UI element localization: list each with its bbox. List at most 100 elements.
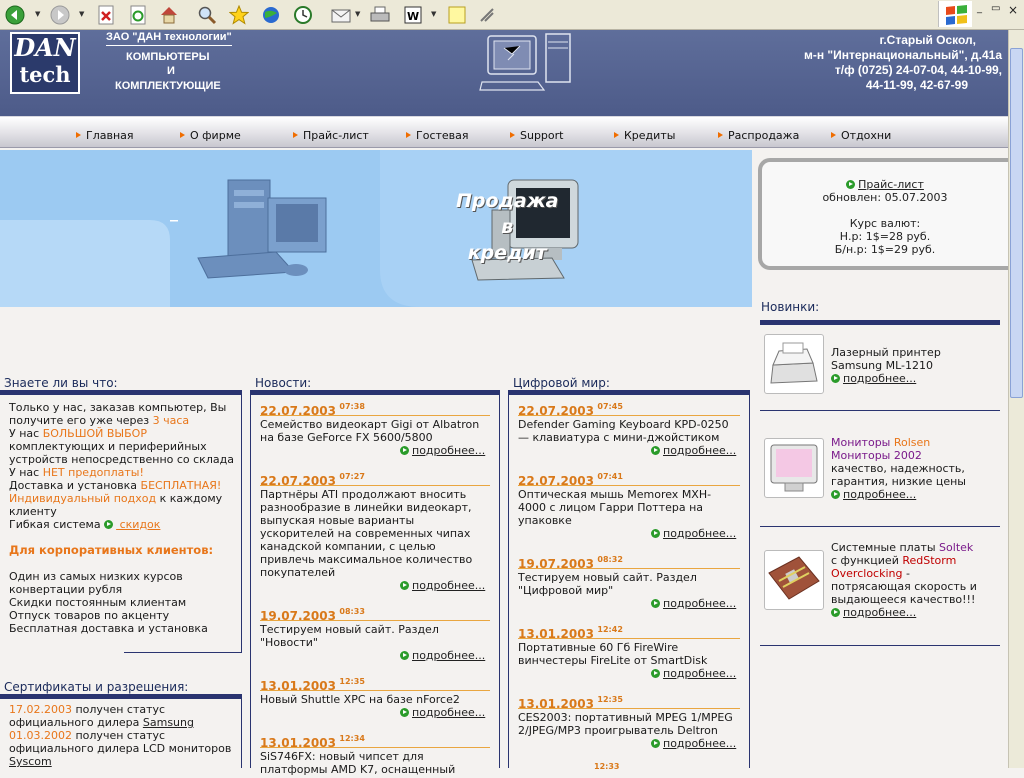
nav-sale[interactable]: Распродажа — [718, 129, 799, 142]
back-icon[interactable] — [4, 4, 26, 26]
nav-pricelist[interactable]: Прайс-лист — [293, 129, 369, 142]
divider — [760, 410, 1000, 411]
arrow-icon — [831, 490, 840, 499]
print-icon[interactable] — [369, 4, 391, 26]
promo-line-3: кредит — [467, 242, 547, 264]
promo-text[interactable]: Продажа в кредит — [456, 188, 558, 266]
product-text: потрясающая скорость и — [831, 580, 977, 593]
pricelist-link[interactable]: Прайс-лист — [858, 178, 924, 191]
nav-relax[interactable]: Отдохни — [831, 129, 891, 142]
product-image-monitor[interactable] — [764, 438, 824, 498]
digital-time: 12:42 — [597, 625, 623, 634]
discounts-link[interactable]: скидок — [116, 518, 161, 531]
news-more-link[interactable]: подробнее... — [412, 706, 485, 719]
digital-more-link[interactable]: подробнее... — [663, 737, 736, 750]
cert-link-syscom[interactable]: Syscom — [9, 755, 52, 768]
rates-title: Курс валют: — [849, 217, 921, 230]
nav-home[interactable]: Главная — [76, 129, 134, 142]
logo[interactable]: DAN tech — [10, 32, 80, 94]
digital-text: винчестеры FireLite от SmartDisk — [518, 654, 708, 667]
news-text: разнообразие в линейки видеокарт, — [260, 501, 472, 514]
nav-credits[interactable]: Кредиты — [614, 129, 675, 142]
search-icon[interactable] — [196, 4, 218, 26]
digital-text: — клавиатура с мини-джойстиком — [518, 431, 720, 444]
nav-about[interactable]: О фирме — [180, 129, 241, 142]
digital-text: Тестируем новый сайт. Раздел — [518, 571, 697, 584]
cert-text: получен статус — [71, 729, 166, 742]
rate-cash: Н.р: 1$=28 руб. — [839, 230, 931, 243]
tagline-1: КОМПЬЮТЕРЫ — [126, 51, 210, 63]
edit-icon[interactable]: W — [402, 4, 424, 26]
corp-item: Бесплатная доставка и установка — [9, 622, 208, 635]
mail-icon[interactable] — [330, 4, 352, 26]
restore-button[interactable]: ▭ — [991, 3, 1000, 14]
product-text: Overclocking — [831, 567, 903, 580]
product-more-link[interactable]: подробнее... — [843, 606, 916, 619]
scrollbar-thumb[interactable] — [1010, 48, 1023, 398]
product-text: Мониторы 2002 — [831, 449, 922, 462]
divider — [518, 708, 740, 709]
know-line: Доставка и установка — [9, 479, 141, 492]
news-more-link[interactable]: подробнее... — [412, 649, 485, 662]
news-time: 07:38 — [339, 402, 365, 411]
know-highlight: 3 часа — [152, 414, 190, 427]
cert-text: официального дилера LCD мониторов — [9, 742, 232, 755]
nav-guestbook[interactable]: Гостевая — [406, 129, 469, 142]
mail-dropdown-icon[interactable]: ▼ — [355, 10, 360, 18]
promo-line-1: Продажа — [456, 190, 559, 212]
certs-title: Сертификаты и разрешения: — [4, 680, 189, 694]
product-image-printer[interactable] — [764, 334, 824, 394]
arrow-icon — [651, 599, 660, 608]
know-highlight: Индивидуальный подход — [9, 492, 157, 505]
know-title: Знаете ли вы что: — [4, 376, 118, 390]
back-dropdown-icon[interactable]: ▼ — [35, 10, 40, 18]
close-button[interactable]: × — [1008, 3, 1018, 17]
divider — [760, 645, 1000, 646]
digital-more-link[interactable]: подробнее... — [663, 527, 736, 540]
product-more-link[interactable]: подробнее... — [843, 488, 916, 501]
edit-dropdown-icon[interactable]: ▼ — [431, 10, 436, 18]
tagline-3: КОМПЛЕКТУЮЩИЕ — [115, 80, 221, 92]
cert-link-samsung[interactable]: Samsung — [143, 716, 194, 729]
divider — [260, 620, 490, 621]
brand-redstorm: RedStorm — [902, 554, 957, 567]
know-line: У нас — [9, 427, 43, 440]
history-icon[interactable] — [292, 4, 314, 26]
messenger-icon[interactable] — [476, 4, 498, 26]
know-line: получите его уже через — [9, 414, 153, 427]
digital-more-link[interactable]: подробнее... — [663, 667, 736, 680]
nav-support[interactable]: Support — [510, 129, 563, 142]
stop-icon[interactable] — [95, 4, 117, 26]
product-text: Samsung ML-1210 — [831, 359, 933, 372]
discuss-icon[interactable] — [446, 4, 468, 26]
news-text: привлечь максимальное количество — [260, 553, 473, 566]
digital-more-link[interactable]: подробнее... — [663, 444, 736, 457]
product-text: Мониторы — [831, 436, 894, 449]
news-text: выпуская новые варианты — [260, 514, 415, 527]
media-icon[interactable] — [260, 4, 282, 26]
know-highlight: БЕСПЛАТНАЯ! — [140, 479, 222, 492]
digital-text: Оптическая мышь Memorex MXH- — [518, 488, 712, 501]
product-more-link[interactable]: подробнее... — [843, 372, 916, 385]
promo-banner[interactable] — [0, 150, 752, 307]
forward-dropdown-icon[interactable]: ▼ — [79, 10, 84, 18]
news-text: канадской компании, с целью — [260, 540, 436, 553]
product-image-motherboard[interactable] — [764, 550, 824, 610]
corp-item: Отпуск товаров по акценту — [9, 609, 170, 622]
digital-more-link[interactable]: подробнее... — [663, 597, 736, 610]
forward-icon[interactable] — [49, 4, 71, 26]
corporate-title: Для корпоративных клиентов: — [9, 543, 214, 557]
minimize-button[interactable]: _ — [977, 3, 982, 14]
corp-item: Один из самых низких курсов — [9, 570, 183, 583]
refresh-icon[interactable] — [127, 4, 149, 26]
news-more-link[interactable]: подробнее... — [412, 444, 485, 457]
favorites-icon[interactable] — [228, 4, 250, 26]
news-text: Партнёры ATI продолжают вносить — [260, 488, 467, 501]
home-icon[interactable] — [158, 4, 180, 26]
news-more-link[interactable]: подробнее... — [412, 579, 485, 592]
product-text: выдающееся качество!!! — [831, 593, 976, 606]
news-time: 12:35 — [339, 677, 365, 686]
rate-noncash: Б/н.р: 1$=29 руб. — [834, 243, 936, 256]
know-highlight: БОЛЬШОЙ ВЫБОР — [42, 427, 147, 440]
novelties-title: Новинки: — [761, 300, 820, 314]
